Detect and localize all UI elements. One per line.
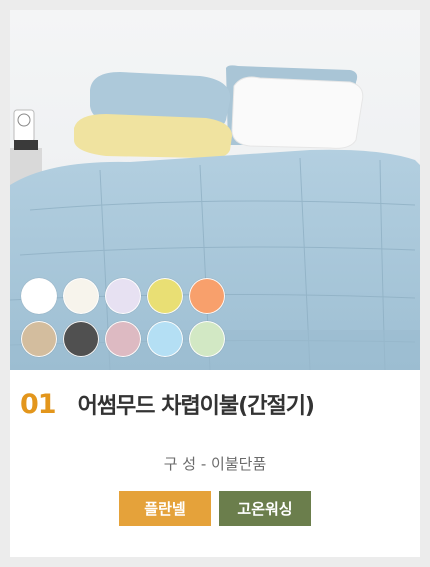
color-swatches [21, 278, 236, 364]
product-photo[interactable] [10, 10, 420, 370]
feature-badges: 플란넬 고온워싱 [10, 491, 420, 526]
product-composition: 구 성 - 이불단품 [163, 455, 267, 473]
color-swatch-white[interactable] [21, 278, 57, 314]
color-swatch-ivory[interactable] [63, 278, 99, 314]
product-name[interactable]: 어썸무드 차렵이불(간절기) [78, 388, 315, 420]
color-swatch-pink[interactable] [105, 321, 141, 357]
product-number: 01 [20, 389, 57, 420]
color-swatch-charcoal[interactable] [63, 321, 99, 357]
color-swatch-lavender[interactable] [105, 278, 141, 314]
color-swatch-sky-blue[interactable] [147, 321, 183, 357]
product-card[interactable]: 01 어썸무드 차렵이불(간절기) 구 성 - 이불단품 플란넬 고온워싱 [10, 10, 420, 557]
color-swatch-mint[interactable] [189, 321, 225, 357]
color-swatch-beige[interactable] [21, 321, 57, 357]
badge-high-temp-washing: 고온워싱 [219, 491, 311, 526]
color-swatch-yellow[interactable] [147, 278, 183, 314]
color-swatch-orange[interactable] [189, 278, 225, 314]
badge-flannel: 플란넬 [119, 491, 211, 526]
product-title[interactable]: 01 어썸무드 차렵이불(간절기) [10, 388, 420, 420]
